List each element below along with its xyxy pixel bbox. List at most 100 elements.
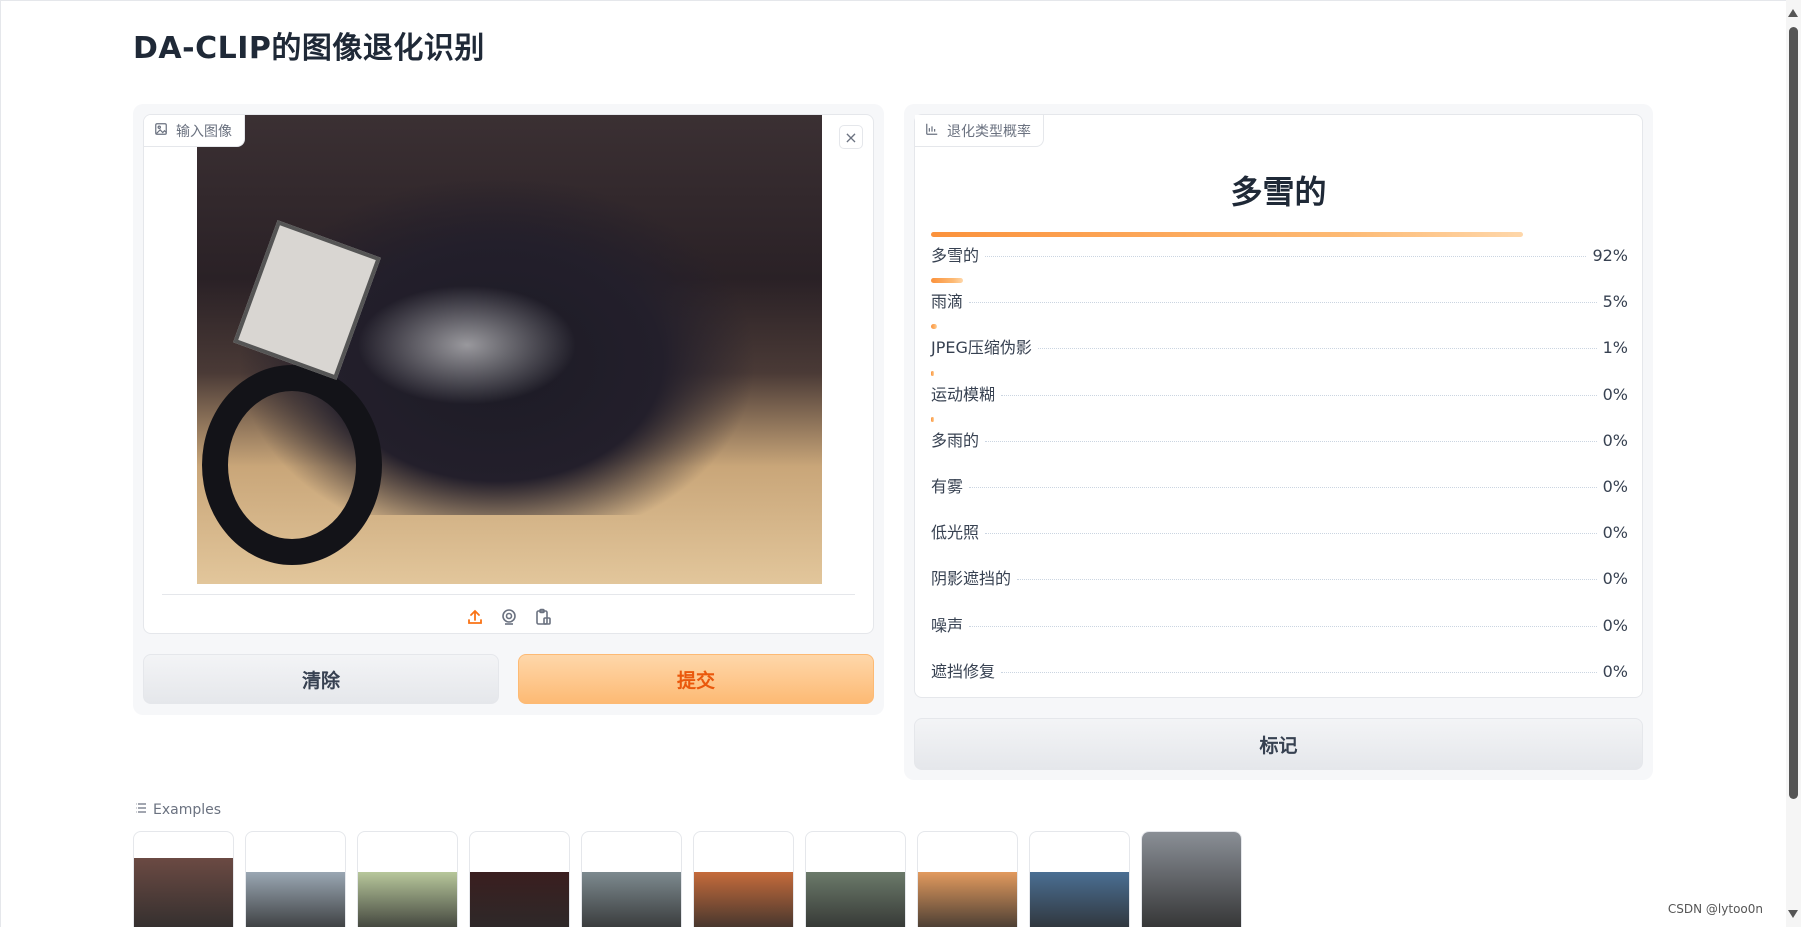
confidence-bar [931, 278, 964, 284]
confidence-percent: 0% [1602, 523, 1628, 543]
upload-icon[interactable] [465, 607, 485, 627]
example-image [1030, 872, 1129, 927]
close-icon: × [844, 127, 858, 147]
confidence-percent: 1% [1602, 338, 1628, 358]
page-title: DA-CLIP的图像退化识别 [133, 31, 485, 66]
confidence-row: 噪声 0% [931, 602, 1628, 648]
confidence-row: 运动模糊 0% [931, 370, 1628, 417]
confidence-row: 多雨的 0% [931, 416, 1628, 463]
confidence-percent: 0% [1602, 569, 1628, 589]
clear-image-button[interactable]: × [839, 125, 863, 149]
clear-button[interactable]: 清除 [143, 654, 499, 704]
confidence-row: JPEG压缩伪影 1% [931, 324, 1628, 370]
example-face[interactable] [133, 831, 234, 927]
confidence-label: 阴影遮挡的 [931, 569, 1012, 589]
confidence-label: 低光照 [931, 523, 980, 543]
output-label: 退化类型概率 [915, 115, 1044, 147]
list-icon [135, 802, 147, 818]
confidence-label: 运动模糊 [931, 384, 996, 404]
confidence-label: 多雪的 [931, 246, 980, 265]
example-sailboats[interactable] [1141, 831, 1242, 927]
examples-gallery [133, 831, 1242, 927]
confidence-percent: 92% [1592, 246, 1628, 265]
clipboard-icon[interactable] [533, 607, 553, 627]
example-image [1142, 832, 1241, 927]
example-grass[interactable] [357, 831, 458, 927]
confidence-label: 噪声 [931, 615, 964, 635]
confidence-row: 低光照 0% [931, 509, 1628, 555]
confidence-list: 多雪的 92% 雨滴 5% JPEG压缩伪影 1% 运动模糊 0% 多雨的 0% 有雾 0% 低光照 0%… [931, 232, 1628, 694]
dotted-leader [985, 533, 1597, 535]
input-label-text: 输入图像 [176, 123, 232, 140]
confidence-row: 有雾 0% [931, 463, 1628, 509]
confidence-percent: 0% [1602, 476, 1628, 496]
divider [162, 594, 855, 595]
example-image [470, 872, 569, 927]
dotted-leader [969, 302, 1597, 304]
confidence-label: 有雾 [931, 476, 964, 496]
output-panel: 退化类型概率 多雪的 多雪的 92% 雨滴 5% JPEG压缩伪影 1% 运动模糊 0% 多雨的… [904, 104, 1653, 780]
submit-button[interactable]: 提交 [518, 654, 874, 704]
label-output-box: 退化类型概率 多雪的 多雪的 92% 雨滴 5% JPEG压缩伪影 1% 运动模糊 0% 多雨的… [914, 114, 1643, 698]
dotted-leader [985, 256, 1587, 257]
scroll-thumb[interactable] [1789, 27, 1798, 799]
watermark: CSDN @lytoo0n [1664, 901, 1766, 917]
top-prediction: 多雪的 [1230, 173, 1327, 211]
confidence-percent: 0% [1602, 615, 1628, 635]
example-blur[interactable] [805, 831, 906, 927]
examples-header: Examples [135, 802, 221, 818]
example-dark[interactable] [469, 831, 570, 927]
dotted-leader [1017, 579, 1597, 581]
output-label-text: 退化类型概率 [947, 123, 1031, 140]
confidence-percent: 0% [1602, 384, 1628, 404]
confidence-bar [931, 416, 934, 422]
dotted-leader [969, 625, 1597, 627]
example-image [358, 872, 457, 927]
confidence-label: 多雨的 [931, 430, 980, 450]
scrollbar[interactable] [1786, 0, 1801, 927]
confidence-percent: 0% [1602, 661, 1628, 681]
example-stairs[interactable] [693, 831, 794, 927]
example-image [134, 858, 233, 927]
example-image [918, 872, 1017, 927]
dotted-leader [985, 440, 1597, 442]
snow-shape [357, 285, 577, 405]
example-image [582, 872, 681, 927]
confidence-percent: 0% [1602, 430, 1628, 450]
chart-icon [925, 122, 939, 140]
confidence-row: 多雪的 92% [931, 232, 1628, 278]
example-image [694, 872, 793, 927]
confidence-bar [931, 232, 1523, 237]
confidence-label: 雨滴 [931, 292, 964, 312]
webcam-icon[interactable] [499, 607, 519, 627]
dotted-leader [1037, 348, 1597, 350]
example-image [806, 872, 905, 927]
confidence-row: 遮挡修复 0% [931, 648, 1628, 694]
wheel-shape [202, 365, 382, 565]
confidence-label: JPEG压缩伪影 [931, 338, 1032, 358]
example-palace[interactable] [245, 831, 346, 927]
dotted-leader [1001, 671, 1597, 673]
image-icon [154, 122, 168, 140]
confidence-bar [931, 324, 938, 330]
dotted-leader [969, 486, 1597, 488]
example-street[interactable] [581, 831, 682, 927]
input-panel: 输入图像 × 清除 提交 [133, 104, 884, 715]
confidence-label: 遮挡修复 [931, 661, 996, 681]
confidence-row: 雨滴 5% [931, 278, 1628, 324]
example-image [246, 872, 345, 927]
example-trees[interactable] [1029, 831, 1130, 927]
page: DA-CLIP的图像退化识别 输入图像 × 清除 提交 退化类型概率 多雪的 多… [0, 0, 1786, 927]
image-input-box[interactable]: 输入图像 × [143, 114, 874, 634]
confidence-bar [931, 370, 934, 376]
flag-button[interactable]: 标记 [914, 718, 1643, 770]
example-orange[interactable] [917, 831, 1018, 927]
input-label: 输入图像 [144, 115, 245, 147]
confidence-percent: 5% [1602, 292, 1628, 312]
scroll-down-arrow-icon[interactable] [1788, 910, 1798, 918]
dotted-leader [1001, 394, 1597, 396]
input-photo [197, 115, 822, 584]
confidence-row: 阴影遮挡的 0% [931, 555, 1628, 601]
source-selector [144, 607, 873, 631]
scroll-up-arrow-icon[interactable] [1788, 9, 1798, 17]
